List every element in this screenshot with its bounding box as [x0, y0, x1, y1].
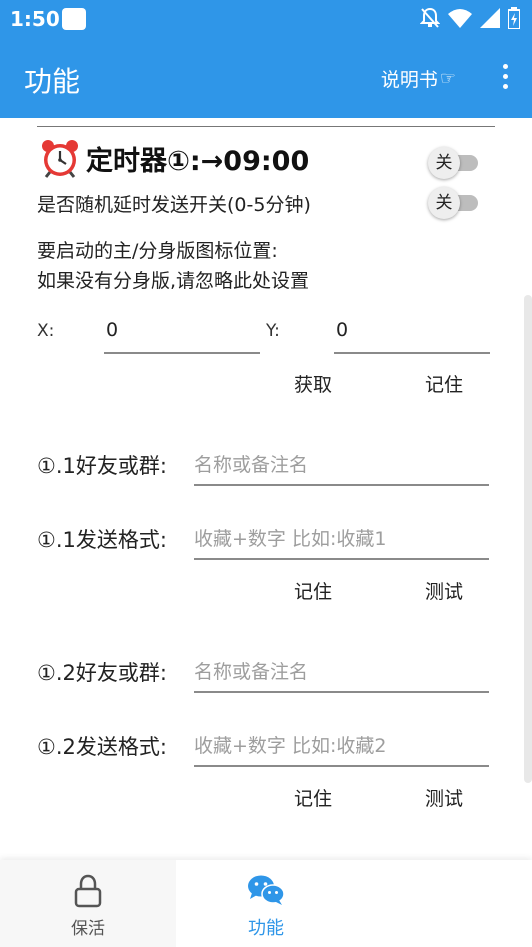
status-icons — [420, 7, 520, 29]
random-delay-label: 是否随机延时发送开关(0-5分钟) — [37, 194, 311, 216]
save-button-1[interactable]: 记住 — [294, 577, 332, 604]
page-title: 功能 — [24, 65, 81, 98]
notifications-off-icon — [420, 7, 440, 28]
friend-input-1[interactable]: 名称或备注名 — [194, 446, 489, 486]
scrollbar[interactable] — [524, 295, 532, 783]
random-delay-switch-label: 关 — [428, 187, 460, 219]
test-button-1[interactable]: 测试 — [425, 577, 463, 604]
timer-header: 定时器①:→09:00 — [40, 138, 309, 178]
lock-icon — [74, 874, 102, 908]
friend-input-2[interactable]: 名称或备注名 — [194, 653, 489, 693]
friend-label-2: ①.2好友或群: — [37, 661, 167, 685]
random-delay-switch[interactable]: 关 — [428, 185, 480, 219]
wifi-icon — [448, 9, 472, 28]
format-input-2[interactable]: 收藏+数字 比如:收藏2 — [194, 727, 489, 767]
app-bar: 功能 说明书 ☞ — [0, 38, 532, 118]
x-label: X: — [37, 321, 55, 341]
main-content[interactable]: 定时器①:→09:00 关 是否随机延时发送开关(0-5分钟) 关 要启动的主/… — [0, 118, 532, 860]
format-label-1: ①.1发送格式: — [37, 528, 167, 552]
divider — [37, 126, 495, 127]
signal-icon — [480, 8, 500, 28]
battery-icon — [508, 7, 520, 29]
manual-label: 说明书 — [380, 69, 438, 91]
save-position-button[interactable]: 记住 — [425, 370, 463, 397]
nav-label-keepalive: 保活 — [71, 919, 105, 939]
pointing-hand-icon: ☞ — [439, 68, 456, 89]
format-label-2: ①.2发送格式: — [37, 735, 167, 759]
timer-switch[interactable]: 关 — [428, 145, 480, 179]
overflow-menu-icon[interactable] — [500, 64, 510, 92]
format-input-1[interactable]: 收藏+数字 比如:收藏1 — [194, 520, 489, 560]
wechat-icon — [248, 875, 285, 905]
timer-switch-label: 关 — [428, 147, 460, 179]
bottom-navigation: 保活 功能 — [0, 860, 532, 947]
position-hint-line1: 要启动的主/分身版图标位置: — [37, 240, 278, 262]
save-button-2[interactable]: 记住 — [294, 784, 332, 811]
friend-label-1: ①.1好友或群: — [37, 454, 167, 478]
get-position-button[interactable]: 获取 — [294, 370, 332, 397]
status-bar: 1:50 — [0, 0, 532, 38]
manual-link[interactable]: 说明书 ☞ — [381, 65, 456, 92]
status-time: 1:50 — [10, 7, 60, 31]
y-label: Y: — [266, 321, 280, 341]
timer-title: 定时器①:→09:00 — [86, 145, 310, 177]
nav-label-function: 功能 — [248, 918, 284, 939]
test-button-2[interactable]: 测试 — [425, 784, 463, 811]
position-hint-line2: 如果没有分身版,请忽略此处设置 — [37, 270, 310, 292]
app-notification-icon — [62, 8, 86, 30]
y-coordinate-input[interactable]: 0 — [334, 314, 490, 354]
nav-item-keepalive[interactable]: 保活 — [0, 860, 176, 947]
alarm-clock-icon — [42, 140, 78, 178]
x-coordinate-input[interactable]: 0 — [104, 314, 260, 354]
nav-item-function[interactable]: 功能 — [176, 860, 356, 947]
